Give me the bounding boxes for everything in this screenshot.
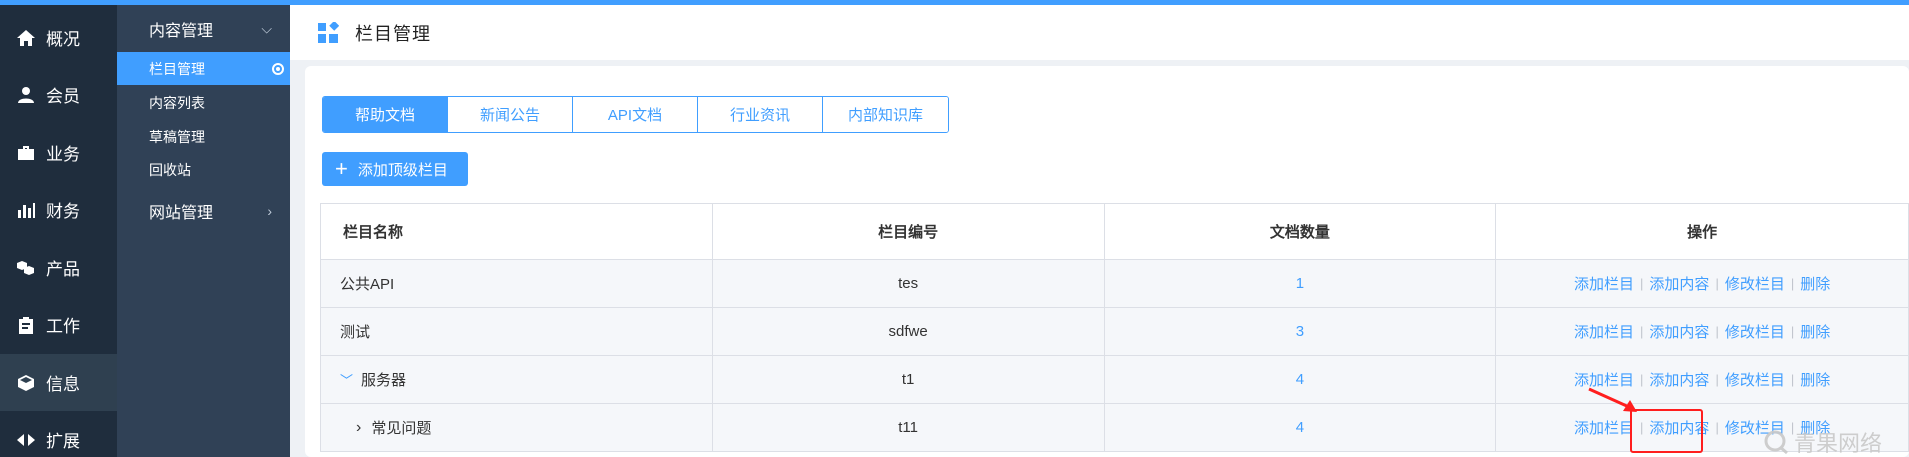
column-header: 操作 (1496, 204, 1909, 260)
column-table: 栏目名称 栏目编号 文档数量 操作 公共API tes 1 添加栏目 | 添加内容… (320, 203, 1909, 452)
add-content-link[interactable]: 添加内容 (1643, 417, 1715, 438)
nav-sub-recycle[interactable]: 回收站 (117, 153, 290, 186)
column-header: 文档数量 (1104, 204, 1497, 260)
row-count-link[interactable]: 1 (1296, 275, 1304, 292)
add-top-column-button[interactable]: + 添加顶级栏目 (322, 152, 468, 186)
row-code: t1 (712, 356, 1105, 404)
delete-link[interactable]: 删除 (1794, 369, 1836, 390)
category-tabs: 帮助文档 新闻公告 API文档 行业资讯 内部知识库 (322, 96, 949, 133)
chevron-right-icon: › (267, 203, 272, 219)
content-card: 帮助文档 新闻公告 API文档 行业资讯 内部知识库 + 添加顶级栏目 栏目名称… (305, 66, 1909, 457)
nav-group-content[interactable]: 内容管理 ⌵ (117, 7, 290, 51)
chevron-down-icon: ⌵ (261, 20, 272, 37)
row-name: 测试 (321, 308, 713, 356)
table-row: 测试 sdfwe 3 添加栏目 | 添加内容 | 修改栏目 | 删除 (321, 308, 1909, 356)
add-column-link[interactable]: 添加栏目 (1568, 321, 1640, 342)
edit-column-link[interactable]: 修改栏目 (1719, 369, 1791, 390)
row-count-link[interactable]: 4 (1296, 371, 1304, 388)
plus-icon: + (335, 156, 348, 181)
tree-expand-icon[interactable]: ﹀ (340, 370, 353, 389)
table-row: 公共API tes 1 添加栏目 | 添加内容 | 修改栏目 | 删除 (321, 260, 1909, 308)
tab-api-docs[interactable]: API文档 (573, 97, 698, 132)
cube-icon (16, 373, 36, 393)
page-header: 栏目管理 (290, 5, 1909, 60)
add-content-link[interactable]: 添加内容 (1643, 369, 1715, 390)
clipboard-icon (16, 315, 36, 335)
watermark: 青果网络 (1764, 426, 1882, 457)
row-code: tes (712, 260, 1105, 308)
tab-knowledge[interactable]: 内部知识库 (823, 97, 948, 132)
bar-chart-icon (16, 200, 36, 220)
edit-column-link[interactable]: 修改栏目 (1719, 273, 1791, 294)
home-icon (16, 28, 36, 48)
table-row: ﹀ 服务器 t1 4 添加栏目 | 添加内容 | 修改栏目 | 删除 (321, 356, 1909, 404)
tab-help-docs[interactable]: 帮助文档 (323, 97, 448, 132)
cubes-icon (16, 258, 36, 278)
primary-sidebar: 概况 会员 业务 财务 产品 工作 信息 扩展 (0, 5, 117, 457)
row-code: sdfwe (712, 308, 1105, 356)
tree-collapse-icon[interactable]: › (356, 419, 361, 437)
table-row: › 常见问题 t11 4 添加栏目 | 添加内容 | 修改栏目 | 删除 (321, 404, 1909, 452)
add-column-link[interactable]: 添加栏目 (1568, 273, 1640, 294)
add-column-link[interactable]: 添加栏目 (1568, 369, 1640, 390)
dashboard-grid-icon (318, 21, 339, 43)
nav-item-work[interactable]: 工作 (0, 296, 117, 353)
user-icon (16, 85, 36, 105)
delete-link[interactable]: 删除 (1794, 321, 1836, 342)
row-count-link[interactable]: 3 (1296, 323, 1304, 340)
tab-news[interactable]: 新闻公告 (448, 97, 573, 132)
row-name: 公共API (321, 260, 713, 308)
secondary-sidebar: 内容管理 ⌵ 栏目管理 内容列表 草稿管理 回收站 网站管理 › (117, 5, 290, 457)
nav-item-info[interactable]: 信息 (0, 354, 117, 411)
row-code: t11 (712, 404, 1105, 452)
nav-item-extend[interactable]: 扩展 (0, 411, 117, 457)
nav-item-finance[interactable]: 财务 (0, 181, 117, 238)
nav-sub-draft[interactable]: 草稿管理 (117, 120, 290, 153)
nav-sub-column-manage[interactable]: 栏目管理 (117, 52, 290, 85)
active-dot-icon (272, 62, 284, 75)
row-count-link[interactable]: 4 (1296, 419, 1304, 436)
nav-item-overview[interactable]: 概况 (0, 9, 117, 66)
nav-item-member[interactable]: 会员 (0, 66, 117, 123)
add-column-link[interactable]: 添加栏目 (1568, 417, 1640, 438)
add-content-link[interactable]: 添加内容 (1643, 273, 1715, 294)
add-content-link[interactable]: 添加内容 (1643, 321, 1715, 342)
nav-item-product[interactable]: 产品 (0, 239, 117, 296)
table-header-row: 栏目名称 栏目编号 文档数量 操作 (321, 204, 1909, 260)
nav-group-website[interactable]: 网站管理 › (117, 189, 290, 233)
edit-column-link[interactable]: 修改栏目 (1719, 321, 1791, 342)
briefcase-icon (16, 143, 36, 163)
watermark-logo-icon (1764, 430, 1788, 455)
arrows-icon (16, 430, 36, 450)
page-title: 栏目管理 (355, 23, 431, 44)
column-header: 栏目名称 (321, 204, 713, 260)
column-header: 栏目编号 (712, 204, 1105, 260)
row-name: 服务器 (361, 372, 407, 389)
delete-link[interactable]: 删除 (1794, 273, 1836, 294)
nav-item-business[interactable]: 业务 (0, 124, 117, 181)
nav-sub-content-list[interactable]: 内容列表 (117, 86, 290, 119)
row-name: 常见问题 (371, 420, 432, 437)
tab-industry[interactable]: 行业资讯 (698, 97, 823, 132)
